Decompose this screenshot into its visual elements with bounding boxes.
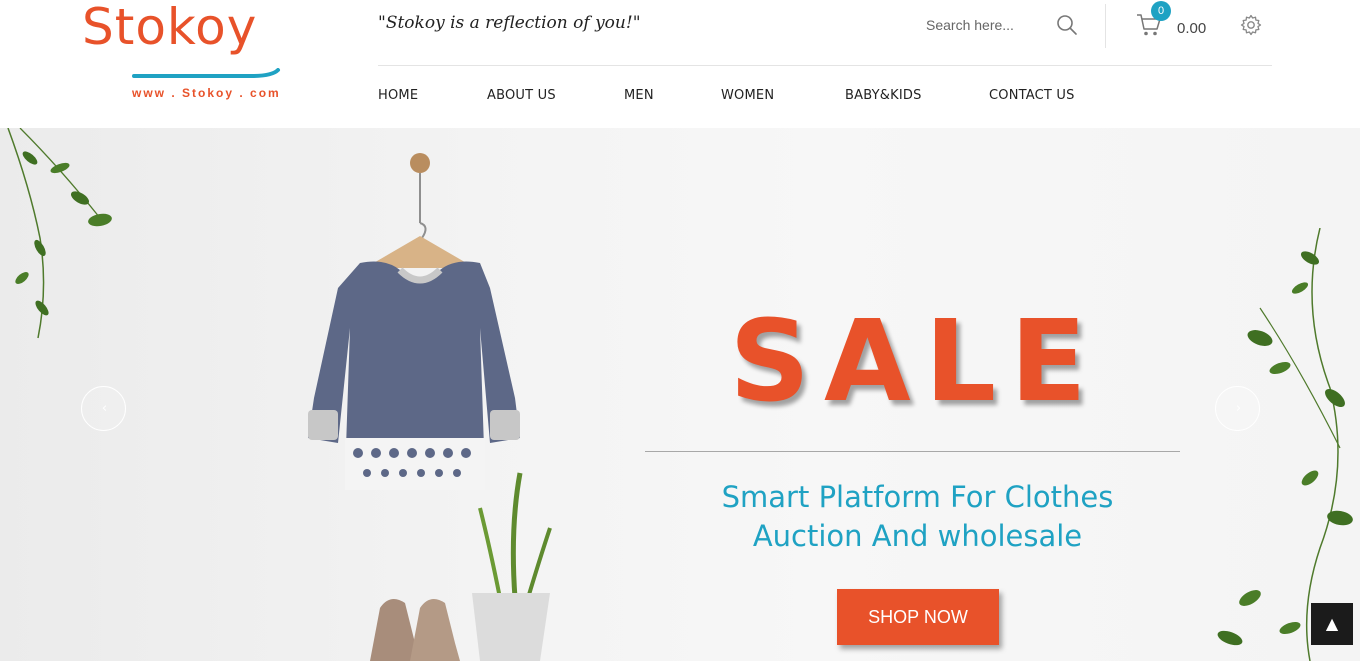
hero-subtitle-line-1: Smart Platform For Clothes <box>721 480 1114 514</box>
header-divider <box>1105 4 1106 48</box>
chevron-right-icon: › <box>1235 401 1242 416</box>
site-tagline: "Stokoy is a reflection of you!" <box>378 13 641 33</box>
hero-subtitle: Smart Platform For Clothes Auction And w… <box>645 478 1190 556</box>
site-logo[interactable]: Stokoy www . Stokoy . com <box>82 2 322 102</box>
scroll-to-top-button[interactable]: ▲ <box>1311 603 1353 645</box>
cart-button[interactable]: 0 0.00 <box>1136 1 1216 44</box>
nav-item-about-us[interactable]: ABOUT US <box>487 88 556 103</box>
search-icon[interactable] <box>1056 14 1078 36</box>
nav-item-men[interactable]: MEN <box>624 88 654 103</box>
search-box <box>912 8 1092 42</box>
nav-item-baby-kids[interactable]: BABY&KIDS <box>845 88 922 103</box>
hero-headline: SALE <box>729 297 1101 427</box>
nav-item-contact-us[interactable]: CONTACT US <box>989 88 1075 103</box>
header-rule <box>378 65 1272 66</box>
nav-item-home[interactable]: HOME <box>378 88 418 103</box>
vine-right-decoration <box>1217 228 1353 661</box>
slider-next-button[interactable]: › <box>1215 386 1260 431</box>
hero-subtitle-line-2: Auction And wholesale <box>752 519 1083 553</box>
logo-url: www . Stokoy . com <box>132 86 281 100</box>
cart-count-badge: 0 <box>1151 1 1171 21</box>
shop-now-button[interactable]: SHOP NOW <box>837 589 999 645</box>
vine-left-decoration <box>7 128 112 339</box>
site-header: Stokoy www . Stokoy . com "Stokoy is a r… <box>0 0 1360 128</box>
hero-divider <box>645 451 1180 452</box>
search-input[interactable] <box>912 8 1052 42</box>
slider-prev-button[interactable]: ‹ <box>81 386 126 431</box>
chevron-left-icon: ‹ <box>101 401 108 416</box>
hero-slider: ‹ › SALE Smart Platform For Clothes Auct… <box>0 128 1360 661</box>
logo-wordmark: Stokoy <box>82 0 258 56</box>
cart-total: 0.00 <box>1177 20 1207 37</box>
hero-decor-plant-shoes <box>370 472 552 661</box>
nav-item-women[interactable]: WOMEN <box>721 88 774 103</box>
logo-swoosh-icon <box>132 68 280 78</box>
arrow-up-icon: ▲ <box>1325 614 1339 633</box>
gear-icon[interactable] <box>1240 14 1262 36</box>
